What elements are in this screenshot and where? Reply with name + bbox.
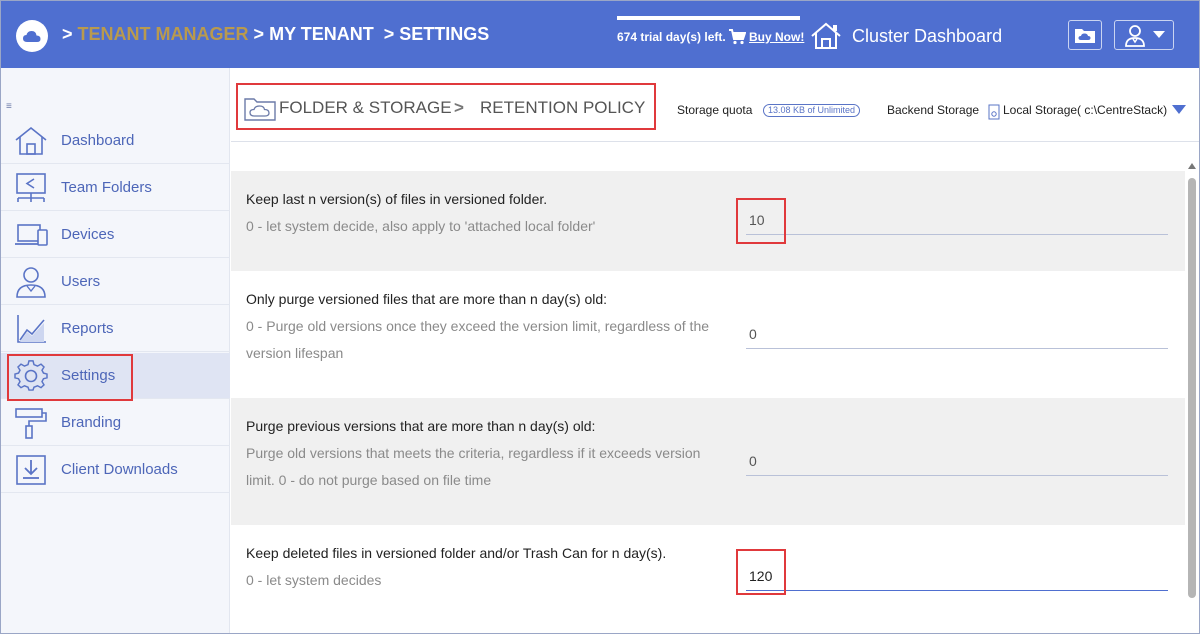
setting-row-keep-versions: Keep last n version(s) of files in versi… [231,171,1185,271]
setting-title: Keep deleted files in versioned folder a… [246,545,667,561]
trial-days-text: 674 trial day(s) left. [617,30,726,44]
setting-description: 0 - let system decide, also apply to 'at… [246,218,596,234]
trial-progress-bar [617,16,800,20]
settings-list: Keep last n version(s) of files in versi… [231,143,1185,634]
purge-min-age-input[interactable] [746,319,1168,349]
storage-quota-badge: 13.08 KB of Unlimited [763,104,861,117]
breadcrumb-separator: > [253,24,265,44]
breadcrumb-my-tenant[interactable]: MY TENANT [269,24,374,44]
sidebar-item-team-folders[interactable]: Team Folders [0,165,230,211]
sidebar-item-label: Client Downloads [61,461,178,478]
cloud-logo-icon[interactable] [16,20,48,52]
vertical-scrollbar[interactable] [1185,160,1200,634]
storage-quota-label: Storage quota [677,103,753,117]
path-separator: > [454,98,464,117]
cluster-home-icon[interactable] [810,22,842,50]
backend-storage-label: Backend Storage [887,103,980,117]
sidebar-item-label: Reports [61,320,114,337]
disk-icon [988,104,1000,120]
breadcrumb: > TENANT MANAGER > MY TENANT > SETTINGS [62,24,489,45]
sidebar-item-branding[interactable]: Branding [0,400,230,446]
sidebar-item-label: Branding [61,414,122,431]
setting-description: 0 - Purge old versions once they exceed … [246,318,710,361]
home-icon [15,126,47,155]
breadcrumb-separator: > [62,24,73,44]
sidebar-item-reports[interactable]: Reports [0,306,230,352]
sidebar-item-dashboard[interactable]: Dashboard [0,118,230,164]
sidebar-item-client-downloads[interactable]: Client Downloads [0,447,230,493]
setting-row-keep-deleted: Keep deleted files in versioned folder a… [231,525,1185,634]
buy-now-link[interactable]: Buy Now! [749,30,804,44]
sidebar-item-label: Settings [61,367,116,384]
purge-previous-input[interactable] [746,446,1168,476]
path-folder-storage[interactable]: FOLDER & STORAGE [279,98,452,118]
setting-row-purge-previous: Purge previous versions that are more th… [231,398,1185,525]
collapse-icon[interactable]: ≡ [6,101,12,112]
setting-row-purge-min-age: Only purge versioned files that are more… [231,271,1185,398]
breadcrumb-settings: SETTINGS [399,24,490,44]
cart-icon[interactable] [728,29,746,45]
gear-icon [14,360,48,391]
sidebar-item-devices[interactable]: Devices [0,212,230,258]
reports-icon [17,315,46,343]
sidebar-item-label: Dashboard [61,132,135,149]
sidebar: ≡ Dashboard Team Folders Devices Users R… [0,68,230,634]
cloud-folder-button[interactable] [1068,20,1102,50]
sidebar-item-label: Users [61,273,101,290]
scroll-thumb[interactable] [1188,178,1196,598]
setting-title: Purge previous versions that are more th… [246,418,596,434]
users-icon [16,267,46,298]
sidebar-item-label: Devices [61,226,115,243]
keep-deleted-days-input[interactable] [746,561,1168,591]
sidebar-item-users[interactable]: Users [0,259,230,305]
team-folders-icon [16,173,46,202]
setting-description: 0 - let system decides [246,572,382,588]
download-icon [16,455,46,485]
backend-storage-value: Local Storage( c:\CentreStack) [1003,103,1168,117]
breadcrumb-separator: > [383,24,395,44]
user-menu-button[interactable] [1114,20,1174,50]
cloud-folder-icon [1075,29,1095,43]
devices-icon [15,224,48,246]
path-retention-policy: RETENTION POLICY [480,98,646,117]
setting-title: Only purge versioned files that are more… [246,291,608,307]
sidebar-item-settings[interactable]: Settings [0,353,230,399]
setting-title: Keep last n version(s) of files in versi… [246,191,548,207]
scroll-up-arrow[interactable] [1188,163,1196,169]
sidebar-item-label: Team Folders [61,179,152,196]
keep-versions-input[interactable] [746,205,1168,235]
setting-description: Purge old versions that meets the criter… [246,445,701,488]
top-bar: > TENANT MANAGER > MY TENANT > SETTINGS … [0,0,1200,68]
chevron-down-icon [1153,31,1165,38]
paint-roller-icon [15,408,47,439]
backend-storage-dropdown[interactable] [1172,105,1186,114]
cloud-folder-icon [244,98,276,121]
cluster-dashboard-link[interactable]: Cluster Dashboard [852,26,1002,47]
user-icon [1125,25,1145,47]
breadcrumb-tenant-manager[interactable]: TENANT MANAGER [78,24,249,44]
